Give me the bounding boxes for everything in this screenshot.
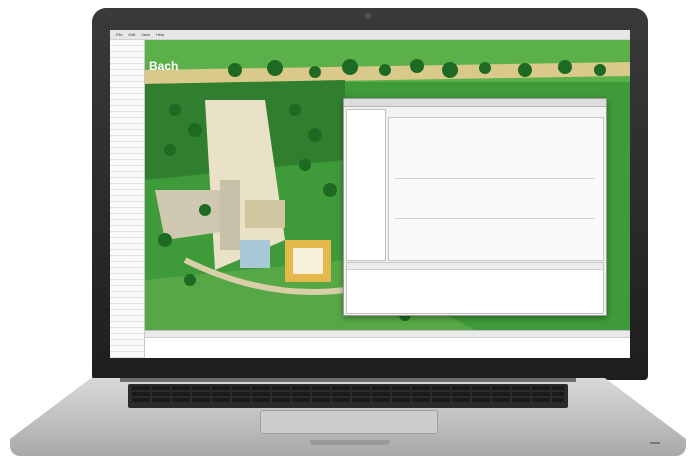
key-row <box>132 392 564 396</box>
dialog-form <box>388 117 604 261</box>
lower-table-header <box>347 263 603 270</box>
form-divider <box>395 218 595 219</box>
camera-dot <box>365 13 371 19</box>
menu-view[interactable]: View <box>141 32 150 37</box>
dialog-title <box>344 99 606 107</box>
bottom-table-header <box>145 331 630 338</box>
menu-file[interactable]: File <box>116 32 122 37</box>
attribute-table-panel[interactable] <box>145 330 630 358</box>
map-label: Bach <box>149 59 178 73</box>
menu-help[interactable]: Help <box>156 32 164 37</box>
menu-bar: File Edit View Help <box>110 30 630 40</box>
status-led <box>650 442 660 444</box>
menu-edit[interactable]: Edit <box>128 32 135 37</box>
layer-tree-panel[interactable] <box>110 40 145 358</box>
properties-dialog[interactable] <box>343 98 607 316</box>
dialog-lower-table <box>346 262 604 314</box>
laptop-hinge <box>120 378 576 382</box>
keyboard <box>128 384 568 408</box>
screen: File Edit View Help Bach <box>110 30 630 358</box>
form-divider <box>395 178 595 179</box>
dialog-nav-list[interactable] <box>346 109 386 261</box>
key-row <box>132 398 564 402</box>
trackpad <box>260 410 438 434</box>
lid-notch <box>310 440 390 445</box>
key-row <box>132 386 564 390</box>
